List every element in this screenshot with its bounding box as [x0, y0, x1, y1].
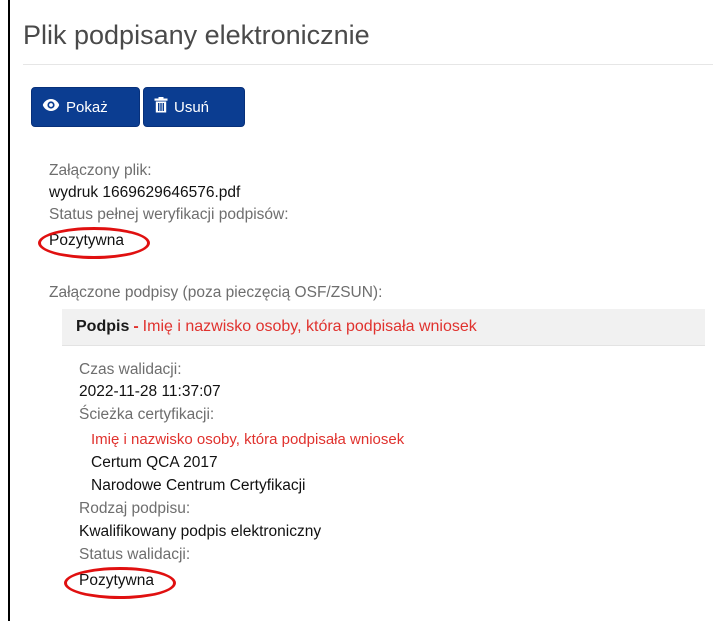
- delete-button[interactable]: Usuń: [143, 87, 245, 127]
- validation-time-value: 2022-11-28 11:37:07: [79, 383, 221, 400]
- cert-path-label: Ścieżka certyfikacji:: [79, 406, 215, 423]
- page-title: Plik podpisany elektronicznie: [23, 20, 370, 50]
- show-button-label: Pokaż: [66, 98, 108, 116]
- attached-file-label: Załączony plik:: [49, 162, 152, 179]
- annotation-circle-validation: [64, 567, 176, 599]
- signature-panel-title: Podpis: [76, 318, 130, 335]
- cert-path-item-signer: Imię i nazwisko osoby, która podpisała w…: [91, 431, 405, 448]
- cert-path-item: Narodowe Centrum Certyfikacji: [91, 477, 306, 494]
- delete-button-label: Usuń: [174, 98, 210, 116]
- signature-type-value: Kwalifikowany podpis elektroniczny: [79, 523, 322, 540]
- verification-status-label: Status pełnej weryfikacji podpisów:: [49, 206, 289, 223]
- title-divider: [23, 64, 713, 65]
- validation-time-label: Czas walidacji:: [79, 361, 182, 378]
- validation-status-label: Status walidacji:: [79, 546, 191, 563]
- cert-path-item: Certum QCA 2017: [91, 454, 218, 471]
- signature-type-label: Rodzaj podpisu:: [79, 500, 191, 517]
- signature-panel-header: Podpis - Imię i nazwisko osoby, która po…: [62, 309, 705, 346]
- annotation-circle-verification: [38, 227, 150, 259]
- signature-panel-separator: -: [133, 318, 139, 335]
- eye-icon: [42, 98, 66, 116]
- show-button[interactable]: Pokaż: [31, 87, 140, 127]
- trash-icon: [154, 97, 174, 117]
- signature-panel-signer-name: Imię i nazwisko osoby, która podpisała w…: [142, 318, 477, 335]
- attached-file-value[interactable]: wydruk 1669629646576.pdf: [49, 184, 240, 202]
- attached-signatures-label: Załączone podpisy (poza pieczęcią OSF/ZS…: [49, 284, 383, 301]
